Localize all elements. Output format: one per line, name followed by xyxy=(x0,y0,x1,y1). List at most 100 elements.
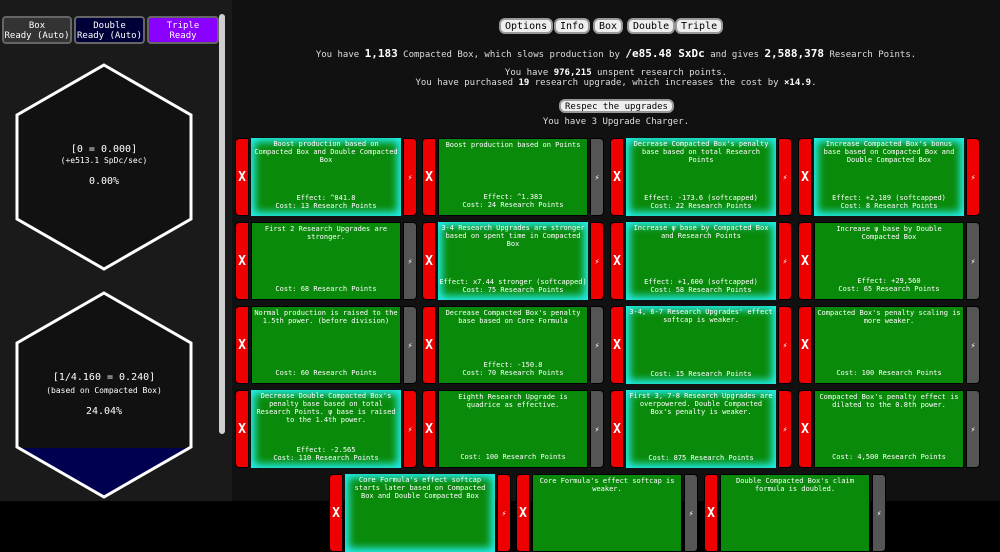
remove-button[interactable]: X xyxy=(516,474,530,552)
upgrade-card[interactable]: X Boost production based on Compacted Box… xyxy=(235,138,417,216)
charge-button[interactable]: ⚡ xyxy=(497,474,511,552)
upgrade-body[interactable]: Decrease Compacted Box's penalty base ba… xyxy=(626,138,776,216)
upgrade-card[interactable]: X Normal production is raised to the 1.5t… xyxy=(235,306,417,384)
charge-button[interactable]: ⚡ xyxy=(403,390,417,468)
remove-button[interactable]: X xyxy=(610,306,624,384)
upgrade-card[interactable]: X Increase ψ base by Compacted Box and Re… xyxy=(610,222,792,300)
upgrade-card[interactable]: X 3-4 Research Upgrades are stronger base… xyxy=(422,222,604,300)
upgrade-body[interactable]: Normal production is raised to the 1.5th… xyxy=(251,306,401,384)
upgrade-card[interactable]: X Increase Compacted Box's bonus base bas… xyxy=(798,138,980,216)
upgrade-card[interactable]: X Decrease Double Compacted Box's penalty… xyxy=(235,390,417,468)
upgrade-card[interactable]: X First 3, 7-8 Research Upgrades are over… xyxy=(610,390,792,468)
nav-triple-button[interactable]: Triple xyxy=(675,18,724,34)
upgrade-body[interactable]: First 3, 7-8 Research Upgrades are overp… xyxy=(626,390,776,468)
charge-button[interactable]: ⚡ xyxy=(966,390,980,468)
upgrade-body[interactable]: 3-4 Research Upgrades are stronger based… xyxy=(438,222,588,300)
remove-button[interactable]: X xyxy=(422,306,436,384)
upgrade-cost: Cost: 75 Research Points xyxy=(462,286,564,294)
lightning-icon: ⚡ xyxy=(970,256,976,266)
charge-button[interactable]: ⚡ xyxy=(966,138,980,216)
purchase-summary: You have purchased 19 research upgrade, … xyxy=(232,78,1000,88)
upgrade-card[interactable]: X 3-4, 6-7 Research Upgrades' effect soft… xyxy=(610,306,792,384)
upgrade-body[interactable]: Increase ψ base by Compacted Box and Res… xyxy=(626,222,776,300)
upgrade-body[interactable]: Decrease Double Compacted Box's penalty … xyxy=(251,390,401,468)
charge-button[interactable]: ⚡ xyxy=(966,222,980,300)
upgrade-cost: Cost: 110 Research Points xyxy=(273,454,379,462)
upgrade-body[interactable]: Compacted Box's penalty effect is dilate… xyxy=(814,390,964,468)
charge-button[interactable]: ⚡ xyxy=(590,222,604,300)
remove-button[interactable]: X xyxy=(329,474,343,552)
charge-button[interactable]: ⚡ xyxy=(403,306,417,384)
upgrade-body[interactable]: Boost production based on Points Effect: … xyxy=(438,138,588,216)
nav-box-button[interactable]: Box xyxy=(593,18,624,34)
lightning-icon: ⚡ xyxy=(407,172,413,182)
upgrade-card[interactable]: X Decrease Compacted Box's penalty base b… xyxy=(610,138,792,216)
charge-button[interactable]: ⚡ xyxy=(403,222,417,300)
remove-button[interactable]: X xyxy=(610,222,624,300)
remove-button[interactable]: X xyxy=(798,390,812,468)
remove-button[interactable]: X xyxy=(798,138,812,216)
nav-options-button[interactable]: Options xyxy=(499,18,554,34)
upgrade-body[interactable]: Increase Compacted Box's bonus base base… xyxy=(814,138,964,216)
upgrade-effect: Effect: -173.6 (softcapped) xyxy=(644,194,758,202)
charge-button[interactable]: ⚡ xyxy=(966,306,980,384)
remove-button[interactable]: X xyxy=(235,138,249,216)
box-summary: You have 1,183 Compacted Box, which slow… xyxy=(232,47,1000,60)
upgrade-body[interactable]: First 2 Research Upgrades are stronger. C… xyxy=(251,222,401,300)
nav-info-button[interactable]: Info xyxy=(554,18,591,34)
upgrade-description: First 2 Research Upgrades are stronger. xyxy=(264,225,388,241)
remove-button[interactable]: X xyxy=(235,222,249,300)
upgrade-card[interactable]: X First 2 Research Upgrades are stronger.… xyxy=(235,222,417,300)
upgrade-card[interactable]: X Core Formula's effect softcap starts la… xyxy=(329,474,511,552)
upgrade-body[interactable]: Compacted Box's penalty scaling is more … xyxy=(814,306,964,384)
upgrade-card[interactable]: X Compacted Box's penalty scaling is more… xyxy=(798,306,980,384)
respec-button[interactable]: Respec the upgrades xyxy=(559,99,674,113)
left-scrollbar[interactable] xyxy=(219,14,225,434)
remove-button[interactable]: X xyxy=(610,390,624,468)
mode-box-button[interactable]: Box Ready (Auto) xyxy=(2,16,72,44)
upgrade-card[interactable]: X Boost production based on Points Effect:… xyxy=(422,138,604,216)
text: . xyxy=(811,78,817,88)
charge-button[interactable]: ⚡ xyxy=(872,474,886,552)
remove-button[interactable]: X xyxy=(704,474,718,552)
remove-button[interactable]: X xyxy=(422,222,436,300)
remove-button[interactable]: X xyxy=(422,390,436,468)
upgrade-card[interactable]: X Compacted Box's penalty effect is dilat… xyxy=(798,390,980,468)
charge-button[interactable]: ⚡ xyxy=(778,306,792,384)
production-hexagon: [0 = 0.000] (+e513.1 SpDc/sec) 0.00% xyxy=(14,62,194,272)
remove-button[interactable]: X xyxy=(610,138,624,216)
charge-button[interactable]: ⚡ xyxy=(590,306,604,384)
charge-button[interactable]: ⚡ xyxy=(684,474,698,552)
remove-button[interactable]: X xyxy=(798,222,812,300)
lightning-icon: ⚡ xyxy=(501,508,507,518)
mode-double-button[interactable]: Double Ready (Auto) xyxy=(74,16,145,44)
upgrade-body[interactable]: Boost production based on Compacted Box … xyxy=(251,138,401,216)
remove-button[interactable]: X xyxy=(422,138,436,216)
upgrade-body[interactable]: Increase ψ base by Double Compacted Box E… xyxy=(814,222,964,300)
charge-button[interactable]: ⚡ xyxy=(590,138,604,216)
upgrade-card[interactable]: X Decrease Compacted Box's penalty base b… xyxy=(422,306,604,384)
upgrade-body[interactable]: Core Formula's effect softcap is weaker. xyxy=(532,474,682,552)
upgrade-body[interactable]: Double Compacted Box's claim formula is … xyxy=(720,474,870,552)
upgrade-card[interactable]: X Double Compacted Box's claim formula is… xyxy=(704,474,886,552)
charge-button[interactable]: ⚡ xyxy=(778,222,792,300)
upgrade-body[interactable]: Core Formula's effect softcap starts lat… xyxy=(345,474,495,552)
upgrade-body[interactable]: Decrease Compacted Box's penalty base ba… xyxy=(438,306,588,384)
upgrade-body[interactable]: Eighth Research Upgrade is quadrice as e… xyxy=(438,390,588,468)
nav-double-button[interactable]: Double xyxy=(627,18,676,34)
mode-status: Ready (Auto) xyxy=(76,31,143,41)
upgrade-card[interactable]: X Eighth Research Upgrade is quadrice as … xyxy=(422,390,604,468)
cost-multiplier: ×14.9 xyxy=(783,78,812,88)
remove-button[interactable]: X xyxy=(235,306,249,384)
upgrade-card[interactable]: X Core Formula's effect softcap is weaker… xyxy=(516,474,698,552)
charge-button[interactable]: ⚡ xyxy=(590,390,604,468)
remove-button[interactable]: X xyxy=(235,390,249,468)
remove-button[interactable]: X xyxy=(798,306,812,384)
upgrade-body[interactable]: 3-4, 6-7 Research Upgrades' effect softc… xyxy=(626,306,776,384)
charge-button[interactable]: ⚡ xyxy=(778,138,792,216)
charge-button[interactable]: ⚡ xyxy=(403,138,417,216)
hex-percent: 24.04% xyxy=(85,406,123,417)
charge-button[interactable]: ⚡ xyxy=(778,390,792,468)
upgrade-card[interactable]: X Increase ψ base by Double Compacted Box… xyxy=(798,222,980,300)
mode-triple-button[interactable]: Triple Ready xyxy=(147,16,219,44)
